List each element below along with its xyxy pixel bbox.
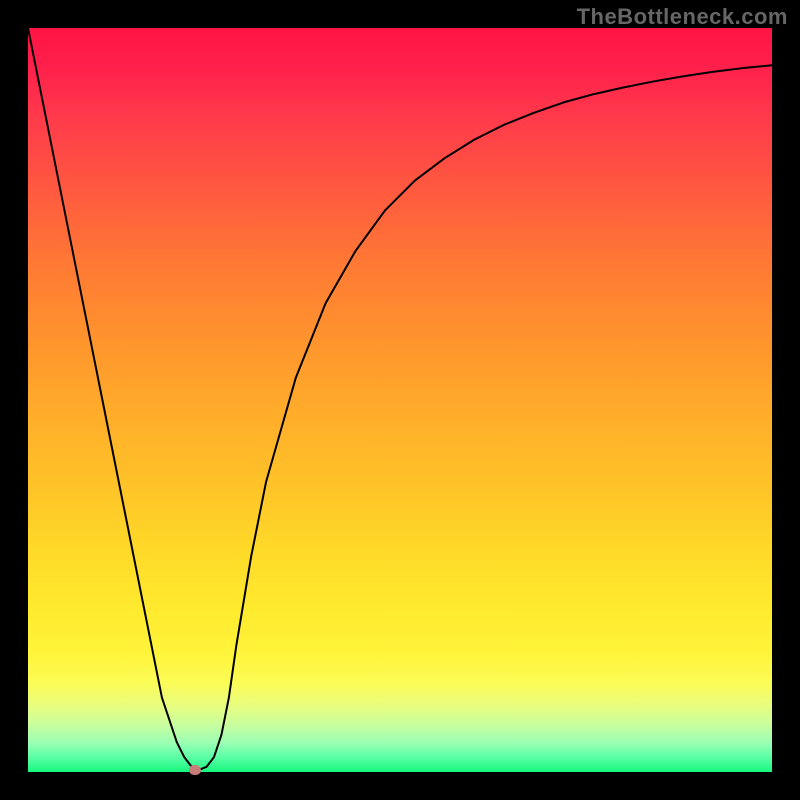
plot-area xyxy=(28,28,772,772)
bottleneck-curve xyxy=(28,28,772,770)
chart-frame: TheBottleneck.com xyxy=(0,0,800,800)
watermark-text: TheBottleneck.com xyxy=(577,4,788,30)
min-marker xyxy=(189,765,201,775)
curve-layer xyxy=(28,28,772,772)
